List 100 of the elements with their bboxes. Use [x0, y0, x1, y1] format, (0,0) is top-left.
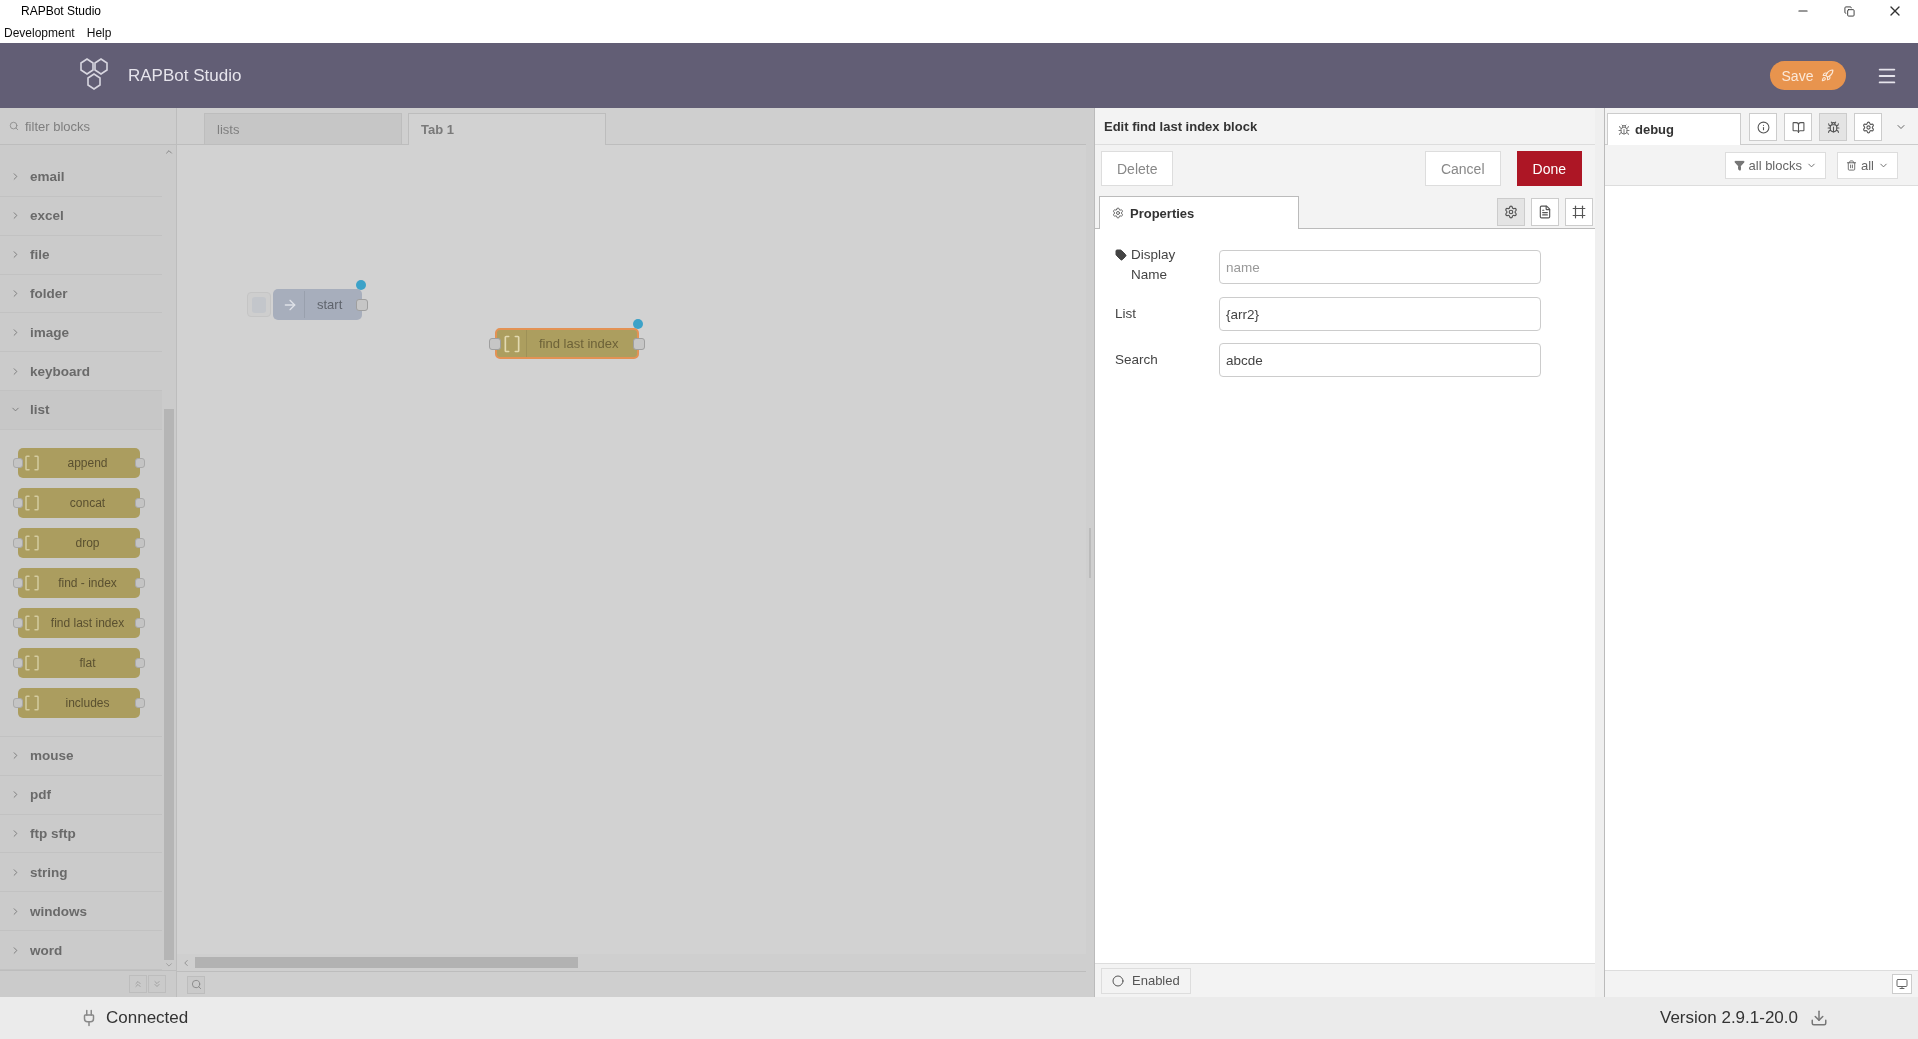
- info-icon[interactable]: [1749, 113, 1777, 141]
- menu-item[interactable]: Development: [4, 25, 75, 40]
- port-icon: [135, 577, 145, 588]
- input-field[interactable]: name: [1219, 250, 1541, 284]
- enabled-button[interactable]: Enabled: [1101, 967, 1191, 994]
- scrollbar-thumb[interactable]: [195, 957, 578, 968]
- flow-node[interactable]: start: [273, 289, 363, 320]
- category-header[interactable]: mouse: [30, 748, 74, 764]
- brackets-icon: [23, 653, 41, 672]
- monitor-icon: [1896, 978, 1908, 990]
- chevron-right-icon[interactable]: [10, 249, 21, 261]
- scroll-up-icon[interactable]: [164, 147, 174, 157]
- port-icon: [135, 617, 145, 628]
- brackets-icon: [23, 453, 41, 472]
- bug-icon[interactable]: [1819, 113, 1847, 141]
- gear-icon: [1112, 207, 1124, 219]
- gear-icon[interactable]: [1854, 113, 1882, 141]
- chevrons-down-icon: [152, 979, 162, 989]
- save-button[interactable]: Save: [1770, 61, 1846, 90]
- port-icon: [13, 537, 23, 548]
- category-header[interactable]: file: [30, 247, 50, 263]
- expand-all-button[interactable]: [148, 975, 166, 993]
- brackets-icon: [23, 573, 41, 592]
- circle-icon: [1112, 974, 1124, 987]
- port-icon: [13, 657, 23, 668]
- port-icon: [13, 457, 23, 468]
- cancel-button[interactable]: Cancel: [1424, 151, 1501, 186]
- search-button[interactable]: [187, 975, 205, 994]
- palette-block[interactable]: includes: [18, 687, 140, 718]
- palette-block[interactable]: append: [18, 447, 140, 478]
- category-header[interactable]: image: [30, 324, 70, 340]
- filter-field[interactable]: filter blocks: [23, 117, 163, 135]
- port-icon: [13, 577, 23, 588]
- monitor-button[interactable]: [1892, 974, 1912, 994]
- brackets-icon: [23, 613, 41, 632]
- port-icon: [135, 657, 145, 668]
- port-icon: [135, 497, 145, 508]
- book-icon[interactable]: [1784, 113, 1812, 141]
- port-icon: [13, 497, 23, 508]
- palette-block[interactable]: find last index: [18, 607, 140, 638]
- port-icon: [135, 697, 145, 708]
- category-header[interactable]: excel: [30, 208, 64, 224]
- port-icon: [135, 537, 145, 548]
- bug-icon: [1618, 123, 1630, 136]
- port-icon[interactable]: [356, 299, 369, 311]
- input-field[interactable]: {arr2}: [1219, 297, 1541, 331]
- menu-item[interactable]: Help: [86, 25, 112, 40]
- port-icon: [13, 697, 23, 708]
- frame-icon[interactable]: [1565, 198, 1593, 226]
- category-header[interactable]: keyboard: [30, 363, 91, 379]
- category-header[interactable]: ftp sftp: [30, 826, 76, 841]
- brackets-icon: [23, 533, 41, 552]
- palette-block[interactable]: find - index: [18, 567, 140, 598]
- palette-block[interactable]: drop: [18, 527, 140, 558]
- document-icon[interactable]: [1531, 198, 1559, 226]
- field-label: Search: [1115, 351, 1159, 369]
- scroll-down-icon[interactable]: [164, 960, 174, 970]
- search-icon: [9, 121, 19, 131]
- version-label: Version 2.9.1-20.0: [1660, 1008, 1798, 1028]
- tag-icon: [1115, 249, 1127, 261]
- port-icon[interactable]: [489, 338, 501, 350]
- restore-icon[interactable]: [1843, 5, 1855, 17]
- flow-tab[interactable]: lists: [204, 113, 402, 144]
- palette-block[interactable]: flat: [18, 647, 140, 678]
- brackets-icon: [23, 693, 41, 712]
- category-header[interactable]: folder: [30, 285, 68, 301]
- properties-tab[interactable]: Properties: [1099, 196, 1299, 229]
- collapse-all-button[interactable]: [129, 975, 147, 993]
- chevrons-up-icon: [133, 979, 143, 989]
- category-header[interactable]: string: [30, 864, 68, 880]
- trash-icon: [1846, 159, 1857, 171]
- download-icon[interactable]: [1810, 1009, 1828, 1027]
- palette-block[interactable]: concat: [18, 487, 140, 518]
- editor-title: Edit find last index block: [1095, 108, 1595, 145]
- clear-dropdown[interactable]: all: [1837, 151, 1898, 179]
- input-field[interactable]: abcde: [1219, 343, 1541, 377]
- app-title: RAPBot Studio: [128, 65, 243, 86]
- flow-tab[interactable]: Tab 1: [408, 113, 606, 145]
- category-header[interactable]: word: [30, 942, 63, 958]
- done-button[interactable]: Done: [1516, 151, 1582, 186]
- filter-dropdown[interactable]: all blocks: [1724, 151, 1826, 179]
- port-icon: [135, 457, 145, 468]
- field-label: Display Name: [1131, 246, 1177, 284]
- category-header[interactable]: list: [30, 402, 50, 418]
- search-icon: [190, 979, 202, 990]
- delete-button[interactable]: Delete: [1101, 151, 1174, 186]
- scroll-left-icon[interactable]: [181, 957, 191, 968]
- debug-tab[interactable]: debug: [1607, 113, 1741, 145]
- flow-node[interactable]: find last index: [495, 328, 639, 359]
- gear-icon[interactable]: [1497, 198, 1525, 226]
- brackets-icon: [23, 493, 41, 512]
- field-label: List: [1115, 305, 1137, 323]
- category-header[interactable]: pdf: [30, 787, 51, 803]
- category-header[interactable]: windows: [30, 903, 87, 919]
- port-icon: [13, 617, 23, 628]
- connection-status: Connected: [106, 1008, 189, 1028]
- category-header[interactable]: email: [30, 169, 65, 185]
- rocket-icon: [1821, 69, 1835, 82]
- filter-icon: [1733, 159, 1745, 171]
- window-title: RAPBot Studio: [21, 4, 103, 18]
